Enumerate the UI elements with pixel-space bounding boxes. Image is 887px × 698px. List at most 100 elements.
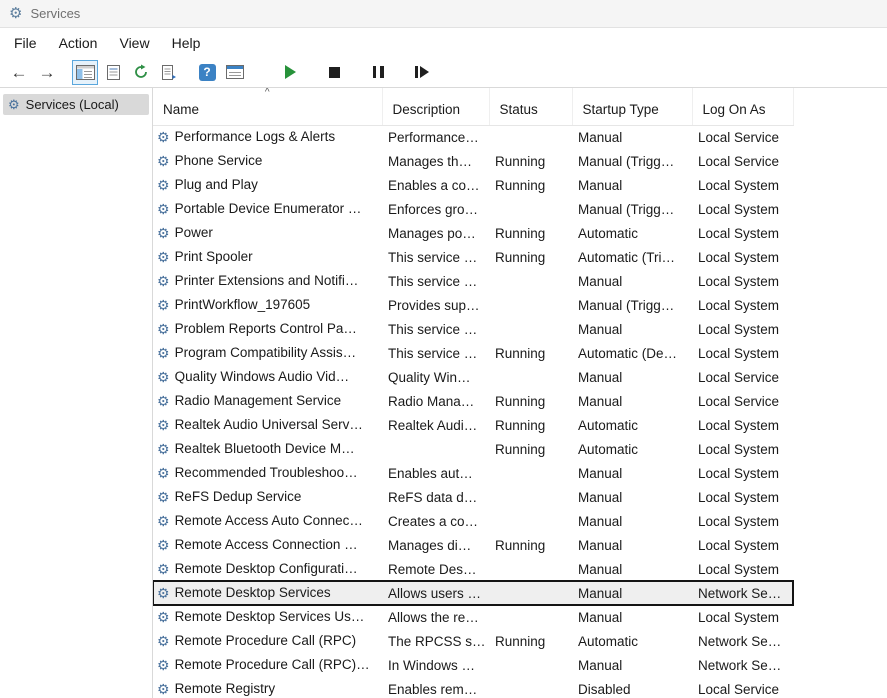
service-gear-icon: ⚙ (157, 129, 170, 145)
service-row[interactable]: ⚙Remote RegistryEnables rem…DisabledLoca… (153, 677, 793, 698)
service-startup-type: Manual (Trigg… (572, 293, 692, 317)
service-gear-icon: ⚙ (157, 153, 170, 169)
forward-button[interactable]: → (34, 60, 60, 85)
service-startup-type: Automatic (572, 221, 692, 245)
column-header-startup-type[interactable]: Startup Type (572, 88, 692, 125)
properties-button[interactable] (100, 60, 126, 85)
restart-icon (415, 66, 429, 78)
service-row[interactable]: ⚙Remote Desktop Configurati…Remote Des…M… (153, 557, 793, 581)
help-button[interactable]: ? (194, 60, 220, 85)
column-header-log-on-as[interactable]: Log On As (692, 88, 793, 125)
service-status (489, 317, 572, 341)
services-table: ^ Name Description Status Startup Type (153, 88, 794, 698)
service-description: Performance… (382, 125, 489, 149)
service-row[interactable]: ⚙Remote Procedure Call (RPC)The RPCSS s…… (153, 629, 793, 653)
service-row[interactable]: ⚙Phone ServiceManages th…RunningManual (… (153, 149, 793, 173)
show-console-tree-button[interactable] (72, 60, 98, 85)
column-header-description[interactable]: Description (382, 88, 489, 125)
service-startup-type: Manual (572, 581, 692, 605)
service-row[interactable]: ⚙Remote Procedure Call (RPC)…In Windows … (153, 653, 793, 677)
service-name: Performance Logs & Alerts (175, 129, 336, 144)
service-startup-type: Automatic (De… (572, 341, 692, 365)
start-service-button[interactable] (277, 60, 303, 85)
service-row[interactable]: ⚙Remote Desktop ServicesAllows users … Ma… (153, 581, 793, 605)
service-row[interactable]: ⚙PowerManages po…RunningAutomaticLocal S… (153, 221, 793, 245)
menu-action[interactable]: Action (48, 31, 109, 55)
pause-service-button[interactable] (365, 60, 391, 85)
restart-service-button[interactable] (409, 60, 435, 85)
service-status (489, 365, 572, 389)
service-description: Manages th… (382, 149, 489, 173)
service-row[interactable]: ⚙Realtek Bluetooth Device M…RunningAutom… (153, 437, 793, 461)
menu-file[interactable]: File (3, 31, 48, 55)
service-startup-type: Manual (572, 389, 692, 413)
export-list-button[interactable] (156, 60, 182, 85)
service-row[interactable]: ⚙Print SpoolerThis service …RunningAutom… (153, 245, 793, 269)
service-description: Allows users … (382, 581, 489, 605)
service-row[interactable]: ⚙Performance Logs & AlertsPerformance…Ma… (153, 125, 793, 149)
stop-service-button[interactable] (321, 60, 347, 85)
service-name-cell: ⚙Radio Management Service (153, 389, 382, 413)
column-header-label: Status (500, 102, 538, 117)
service-description: Manages po… (382, 221, 489, 245)
service-description: Radio Mana… (382, 389, 489, 413)
service-row[interactable]: ⚙Program Compatibility Assis…This servic… (153, 341, 793, 365)
service-status (489, 581, 572, 605)
column-header-name[interactable]: ^ Name (153, 88, 382, 125)
service-gear-icon: ⚙ (157, 489, 170, 505)
services-list-pane: ^ Name Description Status Startup Type (153, 88, 887, 698)
service-gear-icon: ⚙ (157, 633, 170, 649)
service-gear-icon: ⚙ (157, 225, 170, 241)
service-name-cell: ⚙Remote Desktop Configurati… (153, 557, 382, 581)
service-name: Portable Device Enumerator … (175, 201, 362, 216)
refresh-button[interactable] (128, 60, 154, 85)
service-row[interactable]: ⚙Realtek Audio Universal Serv…Realtek Au… (153, 413, 793, 437)
tree-item-services-local[interactable]: ⚙ Services (Local) (3, 94, 149, 115)
service-row[interactable]: ⚙Recommended Troubleshoo…Enables aut…Man… (153, 461, 793, 485)
menu-view[interactable]: View (108, 31, 160, 55)
service-gear-icon: ⚙ (157, 273, 170, 289)
service-log-on-as: Local System (692, 509, 793, 533)
service-name-cell: ⚙Remote Procedure Call (RPC)… (153, 653, 382, 677)
service-row[interactable]: ⚙PrintWorkflow_197605Provides sup…Manual… (153, 293, 793, 317)
service-row[interactable]: ⚙Radio Management ServiceRadio Mana…Runn… (153, 389, 793, 413)
service-row[interactable]: ⚙Remote Desktop Services Us…Allows the r… (153, 605, 793, 629)
service-status (489, 557, 572, 581)
service-name-cell: ⚙Remote Desktop Services (153, 581, 382, 605)
service-log-on-as: Local System (692, 341, 793, 365)
service-name-cell: ⚙PrintWorkflow_197605 (153, 293, 382, 317)
service-row[interactable]: ⚙Portable Device Enumerator …Enforces gr… (153, 197, 793, 221)
service-gear-icon: ⚙ (157, 657, 170, 673)
service-name-cell: ⚙Phone Service (153, 149, 382, 173)
service-row[interactable]: ⚙Remote Access Auto Connec…Creates a co…… (153, 509, 793, 533)
service-startup-type: Manual (572, 509, 692, 533)
service-row[interactable]: ⚙Remote Access Connection …Manages di…Ru… (153, 533, 793, 557)
service-name-cell: ⚙Remote Registry (153, 677, 382, 698)
service-log-on-as: Local System (692, 605, 793, 629)
service-name: Recommended Troubleshoo… (175, 465, 358, 480)
action-pane-button[interactable] (222, 60, 248, 85)
service-gear-icon: ⚙ (157, 537, 170, 553)
service-name-cell: ⚙Portable Device Enumerator … (153, 197, 382, 221)
service-name-cell: ⚙Remote Access Connection … (153, 533, 382, 557)
column-header-status[interactable]: Status (489, 88, 572, 125)
service-row[interactable]: ⚙Plug and PlayEnables a co…RunningManual… (153, 173, 793, 197)
service-description: Enforces gro… (382, 197, 489, 221)
service-description: This service … (382, 245, 489, 269)
service-gear-icon: ⚙ (157, 609, 170, 625)
services-table-body: ⚙Performance Logs & AlertsPerformance…Ma… (153, 125, 793, 698)
service-name: Power (175, 225, 213, 240)
service-row[interactable]: ⚙ReFS Dedup ServiceReFS data d…ManualLoc… (153, 485, 793, 509)
service-gear-icon: ⚙ (157, 345, 170, 361)
service-log-on-as: Local Service (692, 365, 793, 389)
back-button[interactable]: ← (6, 60, 32, 85)
column-header-label: Description (393, 102, 461, 117)
menu-help[interactable]: Help (161, 31, 212, 55)
service-gear-icon: ⚙ (157, 393, 170, 409)
service-startup-type: Manual (572, 173, 692, 197)
service-row[interactable]: ⚙Quality Windows Audio Vid…Quality Win…M… (153, 365, 793, 389)
service-row[interactable]: ⚙Printer Extensions and Notifi…This serv… (153, 269, 793, 293)
service-name-cell: ⚙ Performance Logs & Alerts (153, 125, 382, 149)
title-bar: ⚙ Services (0, 0, 887, 28)
service-row[interactable]: ⚙Problem Reports Control Pa…This service… (153, 317, 793, 341)
